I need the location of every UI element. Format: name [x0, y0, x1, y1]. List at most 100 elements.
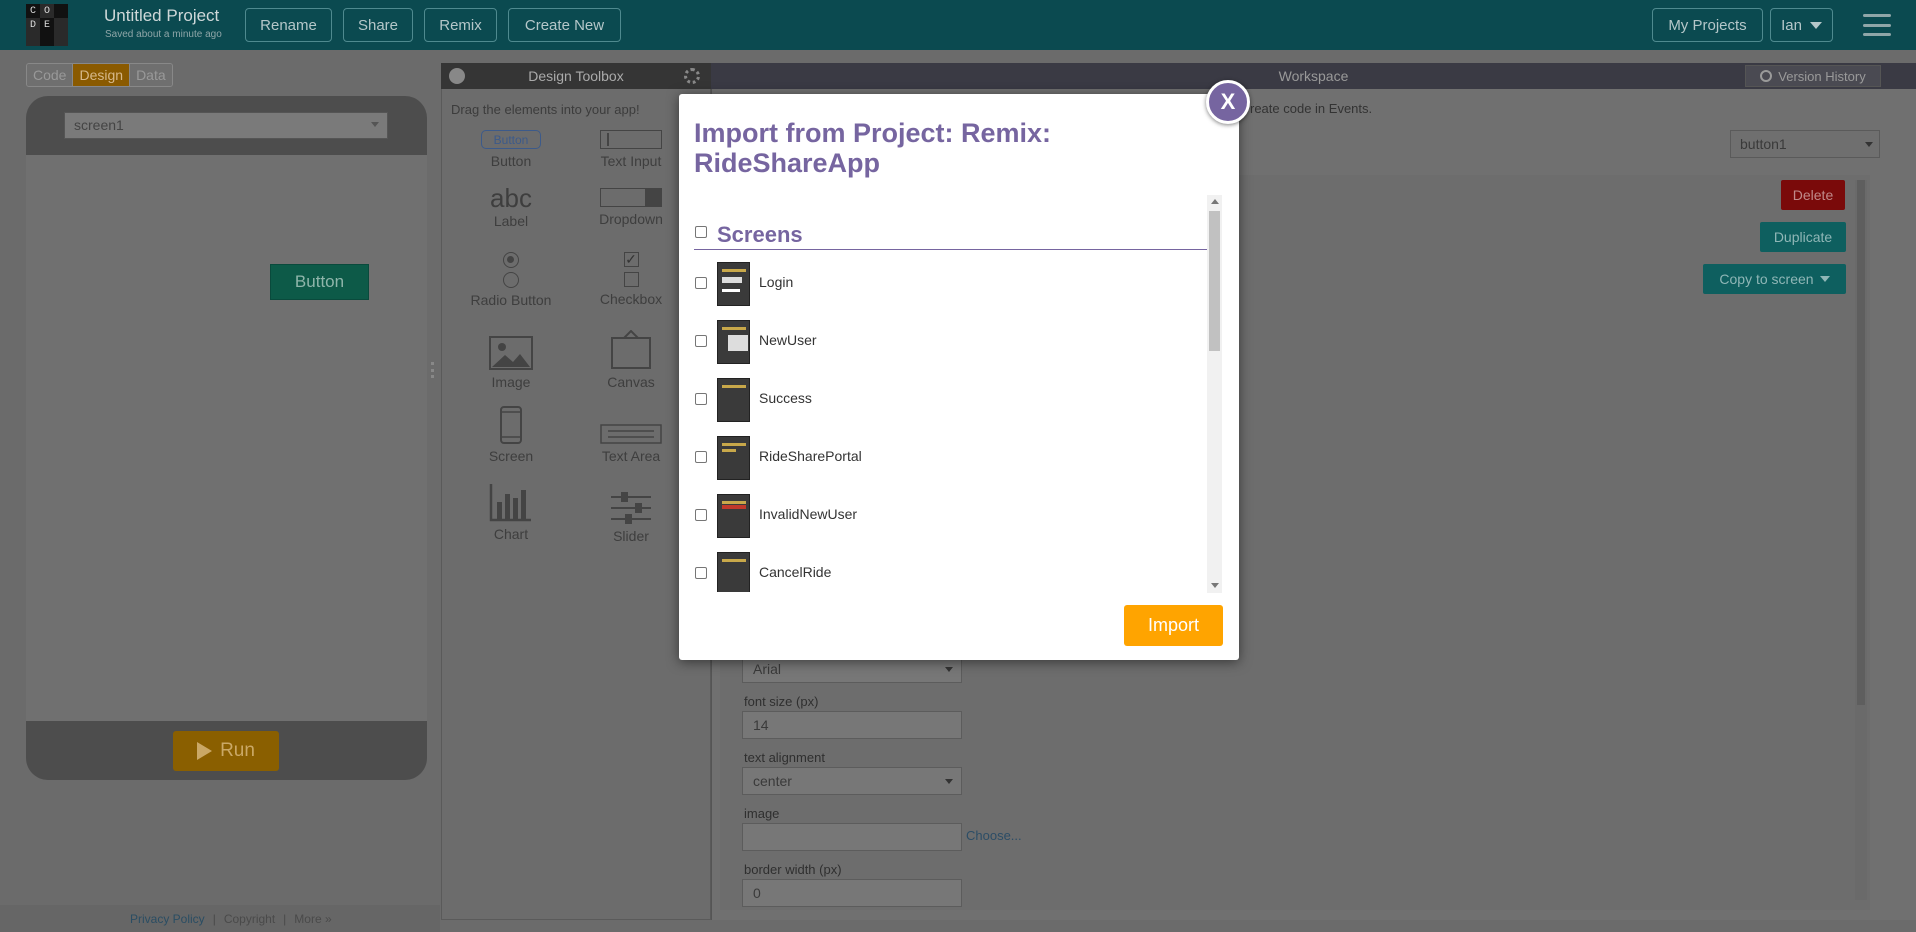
button-icon: Button: [481, 130, 541, 149]
mode-data-button[interactable]: Data: [130, 64, 172, 86]
copy-to-screen-label: Copy to screen: [1719, 271, 1814, 287]
screen-thumbnail: [717, 320, 750, 364]
screen-select[interactable]: screen1: [64, 112, 388, 139]
screen-checkbox[interactable]: [695, 509, 707, 521]
logo-letter-c: C: [29, 5, 36, 17]
dropdown-arrow-icon: [1865, 142, 1873, 147]
tool-slider[interactable]: Slider: [581, 492, 681, 544]
screen-checkbox[interactable]: [695, 451, 707, 463]
logo-letter-e: E: [43, 19, 50, 31]
screen-name: Success: [759, 390, 812, 406]
logo-cell: [54, 4, 68, 18]
workspace-header: Workspace: [711, 63, 1916, 89]
image-input[interactable]: [742, 823, 962, 851]
code-org-logo[interactable]: C O D E: [26, 4, 68, 46]
workspace-hint: reate code in Events.: [1250, 101, 1373, 116]
screen-checkbox[interactable]: [695, 393, 707, 405]
tool-label[interactable]: abc Label: [461, 183, 561, 229]
caret-down-icon: [1809, 21, 1822, 29]
copy-to-screen-button[interactable]: Copy to screen: [1703, 264, 1846, 294]
screen-checkbox[interactable]: [695, 567, 707, 579]
import-button[interactable]: Import: [1124, 605, 1223, 646]
tool-text-input[interactable]: Text Input: [581, 130, 681, 169]
rename-button[interactable]: Rename: [245, 8, 332, 42]
screen-select-value: screen1: [74, 117, 124, 133]
copyright-link[interactable]: Copyright: [224, 912, 275, 926]
checkbox-icon: ✓: [623, 252, 639, 287]
version-history-label: Version History: [1778, 68, 1866, 84]
text-alignment-select[interactable]: center: [742, 767, 962, 795]
mode-design-button[interactable]: Design: [73, 64, 131, 86]
run-button[interactable]: Run: [173, 731, 279, 771]
privacy-policy-link[interactable]: Privacy Policy: [130, 912, 205, 926]
tool-button[interactable]: Button Button: [461, 130, 561, 169]
element-select[interactable]: button1: [1730, 130, 1880, 158]
tool-label: Button: [490, 153, 532, 169]
logo-cell: [54, 18, 68, 32]
resize-handle-icon[interactable]: [431, 362, 435, 378]
collapse-toolbox-icon[interactable]: [449, 68, 465, 84]
text-alignment-value: center: [753, 773, 792, 789]
tool-text-area[interactable]: Text Area: [581, 424, 681, 464]
design-toolbox-header: Design Toolbox: [441, 63, 711, 89]
saved-status: Saved about a minute ago: [105, 29, 222, 40]
workspace-scrollbar[interactable]: [1855, 180, 1867, 900]
element-select-value: button1: [1740, 136, 1787, 152]
image-label: image: [744, 806, 780, 821]
screen-checkbox[interactable]: [695, 335, 707, 347]
hamburger-menu-icon[interactable]: [1863, 14, 1891, 36]
border-width-input[interactable]: 0: [742, 879, 962, 907]
share-button[interactable]: Share: [343, 8, 413, 42]
top-header: C O D E Untitled Project Saved about a m…: [0, 0, 1916, 50]
tool-label: Radio Button: [470, 292, 552, 308]
delete-button[interactable]: Delete: [1781, 180, 1845, 210]
font-size-input[interactable]: 14: [742, 711, 962, 739]
screen-name: NewUser: [759, 332, 817, 348]
tool-label: Text Input: [600, 153, 662, 169]
close-modal-button[interactable]: X: [1206, 80, 1250, 124]
remix-button[interactable]: Remix: [424, 8, 497, 42]
tool-chart[interactable]: Chart: [461, 482, 561, 542]
screen-checkbox[interactable]: [695, 277, 707, 289]
tool-checkbox[interactable]: ✓ Checkbox: [581, 252, 681, 307]
tool-screen[interactable]: Screen: [461, 406, 561, 464]
tool-dropdown[interactable]: Dropdown: [581, 188, 681, 227]
footer-links: Privacy Policy | Copyright | More »: [130, 912, 332, 926]
footer-divider: |: [212, 912, 216, 926]
version-history-button[interactable]: Version History: [1745, 65, 1881, 87]
user-name: Ian: [1781, 16, 1802, 34]
tool-radio-button[interactable]: Radio Button: [461, 252, 561, 308]
duplicate-button[interactable]: Duplicate: [1760, 222, 1846, 252]
tool-image[interactable]: Image: [461, 336, 561, 390]
more-link[interactable]: More »: [294, 912, 331, 926]
chevron-down-icon: [1819, 276, 1830, 282]
screen-thumbnail: [717, 262, 750, 306]
chart-icon: [489, 482, 533, 522]
scroll-up-icon[interactable]: [1211, 199, 1219, 204]
text-input-icon: [600, 130, 662, 149]
scrollbar-thumb[interactable]: [1857, 180, 1865, 705]
label-icon: abc: [490, 183, 532, 213]
choose-image-link[interactable]: Choose...: [966, 828, 1022, 843]
tool-canvas[interactable]: Canvas: [581, 330, 681, 390]
user-menu-button[interactable]: Ian: [1770, 8, 1833, 42]
tool-label: Dropdown: [599, 211, 663, 227]
gear-icon[interactable]: [684, 68, 700, 84]
mode-code-button[interactable]: Code: [27, 64, 74, 86]
tool-label: Chart: [493, 526, 529, 542]
screen-thumbnail: [717, 552, 750, 592]
app-screen[interactable]: [26, 155, 427, 721]
scrollbar-thumb[interactable]: [1209, 211, 1220, 351]
my-projects-button[interactable]: My Projects: [1652, 8, 1763, 42]
app-button-preview[interactable]: Button: [270, 264, 369, 300]
logo-letter-d: D: [26, 18, 40, 32]
list-item: RideSharePortal: [694, 432, 1207, 482]
scroll-down-icon[interactable]: [1211, 583, 1219, 588]
create-new-button[interactable]: Create New: [508, 8, 621, 42]
modal-scrollbar[interactable]: [1207, 195, 1222, 593]
text-area-icon: [600, 424, 662, 444]
tool-label: Canvas: [607, 374, 655, 390]
modal-title: Import from Project: Remix: RideShareApp: [694, 118, 1052, 178]
list-item: NewUser: [694, 316, 1207, 366]
list-item: Success: [694, 374, 1207, 424]
